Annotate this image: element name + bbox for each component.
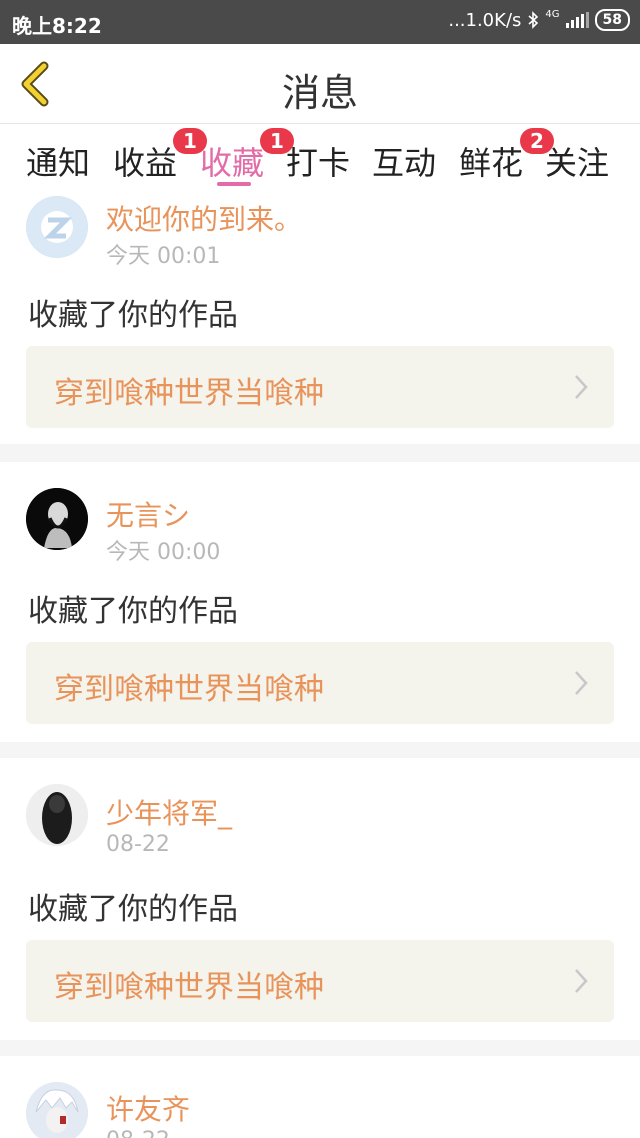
bluetooth-icon <box>528 11 539 29</box>
status-right: ...1.0K/s 4G 58 <box>448 9 630 31</box>
signal-icon <box>565 12 589 28</box>
user-name[interactable]: 少年将军_ <box>106 792 232 832</box>
work-link[interactable]: 穿到喰种世界当喰种 <box>26 940 614 1022</box>
user-name[interactable]: 无言シ <box>106 494 190 534</box>
message-time: 今天 00:00 <box>106 540 221 565</box>
message-text: 收藏了你的作品 <box>28 298 238 333</box>
work-link[interactable]: 穿到喰种世界当喰种 <box>26 642 614 724</box>
message-time: 08-22 <box>106 1128 170 1138</box>
tab-label: 打卡 <box>286 144 351 182</box>
chevron-right-icon <box>575 671 588 695</box>
tab-flowers[interactable]: 鲜花 2 <box>459 128 554 184</box>
tab-earnings[interactable]: 收益 1 <box>113 128 207 184</box>
avatar[interactable] <box>26 1082 88 1138</box>
page-title: 消息 <box>281 71 358 115</box>
net-type: 4G <box>545 9 560 20</box>
user-name[interactable]: 欢迎你的到来。 <box>106 198 302 238</box>
message-time: 今天 00:01 <box>106 244 221 269</box>
avatar[interactable] <box>26 488 88 550</box>
tab-label: 鲜花 <box>459 144 524 182</box>
message-text: 收藏了你的作品 <box>28 594 238 629</box>
tab-label: 收藏 <box>200 144 265 182</box>
message-time: 08-22 <box>106 832 170 857</box>
tab-bar: 通知 收益 1 收藏 1 打卡 互动 鲜花 2 关注 <box>0 124 640 190</box>
message-card: 欢迎你的到来。 今天 00:01 收藏了你的作品 穿到喰种世界当喰种 <box>0 190 640 444</box>
status-time: 晚上8:22 <box>12 14 102 38</box>
work-title: 穿到喰种世界当喰种 <box>54 970 324 1005</box>
message-card: 少年将军_ 08-22 收藏了你的作品 穿到喰种世界当喰种 <box>0 758 640 1040</box>
message-card: 无言シ 今天 00:00 收藏了你的作品 穿到喰种世界当喰种 <box>0 462 640 742</box>
status-bar: 晚上8:22 ...1.0K/s 4G 58 <box>0 0 640 44</box>
network-speed: ...1.0K/s <box>448 9 522 31</box>
tab-checkin[interactable]: 打卡 <box>286 138 350 184</box>
tab-label: 通知 <box>26 144 91 182</box>
avatar[interactable] <box>26 784 88 846</box>
tab-interaction[interactable]: 互动 <box>372 138 436 184</box>
message-text: 收藏了你的作品 <box>28 892 238 927</box>
tab-follow[interactable]: 关注 <box>545 138 609 184</box>
work-title: 穿到喰种世界当喰种 <box>54 376 324 411</box>
tab-label: 互动 <box>372 144 437 182</box>
tab-label: 收益 <box>113 144 178 182</box>
chevron-right-icon <box>575 375 588 399</box>
user-name[interactable]: 许友齐 <box>106 1088 190 1128</box>
tab-notify[interactable]: 通知 <box>26 138 90 184</box>
chevron-right-icon <box>575 969 588 993</box>
battery-icon: 58 <box>594 9 630 31</box>
header: 消息 <box>0 44 640 124</box>
work-title: 穿到喰种世界当喰种 <box>54 672 324 707</box>
avatar[interactable] <box>26 196 88 258</box>
tab-favorites[interactable]: 收藏 1 <box>200 128 294 184</box>
message-card: 许友齐 08-22 <box>0 1056 640 1138</box>
tab-label: 关注 <box>545 144 610 182</box>
active-tab-indicator <box>217 182 251 186</box>
work-link[interactable]: 穿到喰种世界当喰种 <box>26 346 614 428</box>
